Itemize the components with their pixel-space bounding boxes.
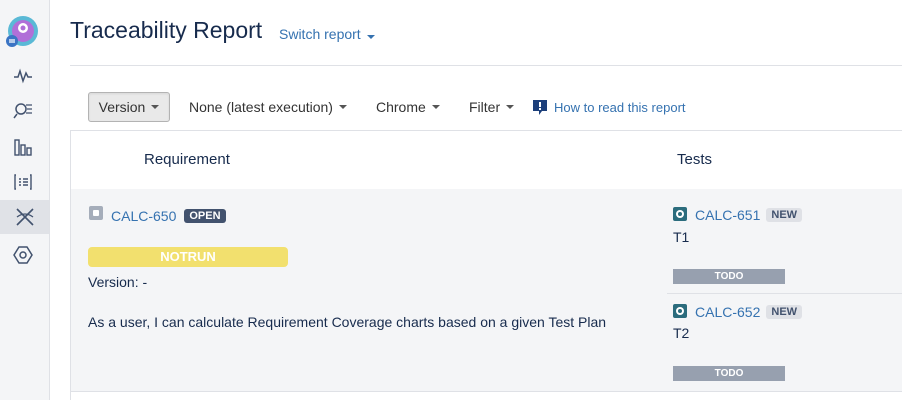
main-content: Traceability Report Switch report Versio… [50,0,902,400]
test-status-badge: NEW [766,208,803,222]
tests-cell: CALC-651 NEW T1 TODO CALC-652 NEW T2 TOD… [667,189,902,392]
table-row: CALC-650 OPEN NOTRUN Version: - As a use… [71,189,902,392]
xray-icon[interactable] [0,200,49,234]
hexagon-icon[interactable] [9,241,37,269]
requirement-type-icon [89,206,103,220]
test-result-bar: TODO [673,366,785,381]
app-logo[interactable] [4,14,40,50]
help-icon [533,99,547,115]
environment-dropdown[interactable]: Chrome [376,92,440,122]
version-dropdown[interactable]: Version [88,92,170,122]
activity-icon[interactable] [9,62,37,90]
execution-dropdown[interactable]: None (latest execution) [189,92,347,122]
test-status-badge: NEW [766,305,803,319]
sidebar [0,0,50,400]
header-divider [70,65,902,66]
chevron-down-icon [151,105,160,109]
switch-report-dropdown[interactable]: Switch report [279,26,375,42]
filter-label: Filter [469,99,501,115]
version-label: Version [98,99,146,115]
requirement-summary: As a user, I can calculate Requirement C… [88,314,607,330]
page-title: Traceability Report [70,17,263,43]
test-name: T1 [673,229,690,245]
switch-report-label: Switch report [279,26,361,42]
toolbar: Version None (latest execution) Chrome F… [88,92,902,122]
help-link[interactable]: How to read this report [532,92,686,122]
bar-chart-icon[interactable] [9,133,37,161]
test-type-icon [673,304,687,318]
requirement-version: Version: - [88,274,148,290]
chevron-down-icon [506,105,515,109]
status-badge: OPEN [184,209,226,223]
execution-label: None (latest execution) [189,99,333,115]
search-list-icon[interactable] [9,96,37,124]
environment-label: Chrome [376,99,426,115]
test-key-link[interactable]: CALC-651 [695,207,760,223]
chevron-down-icon [366,35,375,39]
requirement-column-header: Requirement [144,151,230,168]
requirement-key-link[interactable]: CALC-650 [111,208,176,224]
tests-column-header: Tests [677,151,713,168]
divider [667,293,902,294]
traceability-table: Requirement Tests CALC-650 OPEN NOTRUN V… [70,130,902,400]
help-link-label: How to read this report [554,99,686,115]
chevron-down-icon [338,105,347,109]
test-type-icon [673,207,687,221]
test-key-link[interactable]: CALC-652 [695,304,760,320]
list-icon[interactable] [9,168,37,196]
filter-dropdown[interactable]: Filter [469,92,515,122]
test-name: T2 [673,325,690,341]
coverage-status-bar: NOTRUN [88,247,288,267]
test-result-bar: TODO [673,269,785,284]
chevron-down-icon [431,105,440,109]
